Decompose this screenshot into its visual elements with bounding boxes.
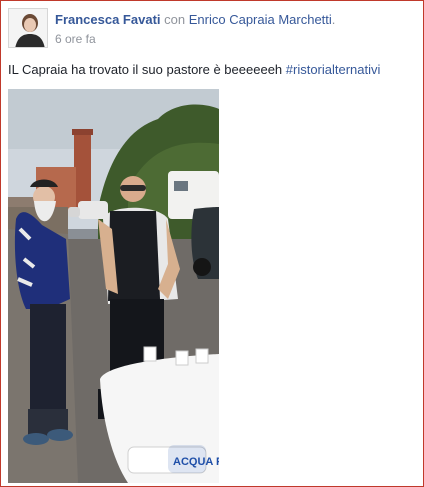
avatar[interactable] (8, 8, 48, 48)
photo-car (78, 201, 108, 219)
tag-suffix: . (331, 12, 336, 27)
tagged-person-link[interactable]: Enrico Capraia Marchetti (189, 12, 332, 27)
post-text-body: IL Capraia ha trovato il suo pastore è b… (8, 62, 286, 77)
photo-bottle-label: ACQUA FIV (173, 456, 219, 468)
post-timestamp[interactable]: 6 ore fa (55, 32, 96, 46)
photo-tower (74, 133, 91, 211)
author-name-link[interactable]: Francesca Favati (55, 12, 161, 27)
post-header: Francesca Favati con Enrico Capraia Marc… (8, 8, 418, 50)
photo-scene: ACQUA FIV (8, 89, 219, 483)
post-author-line: Francesca Favati con Enrico Capraia Marc… (55, 12, 335, 27)
post-message: IL Capraia ha trovato il suo pastore è b… (8, 62, 418, 77)
post-frame: Francesca Favati con Enrico Capraia Marc… (0, 0, 424, 487)
avatar-icon (9, 9, 47, 47)
post-photo[interactable]: ACQUA FIV (8, 89, 219, 483)
hashtag-link[interactable]: #ristorialternativi (286, 62, 381, 77)
with-label: con (164, 12, 186, 27)
